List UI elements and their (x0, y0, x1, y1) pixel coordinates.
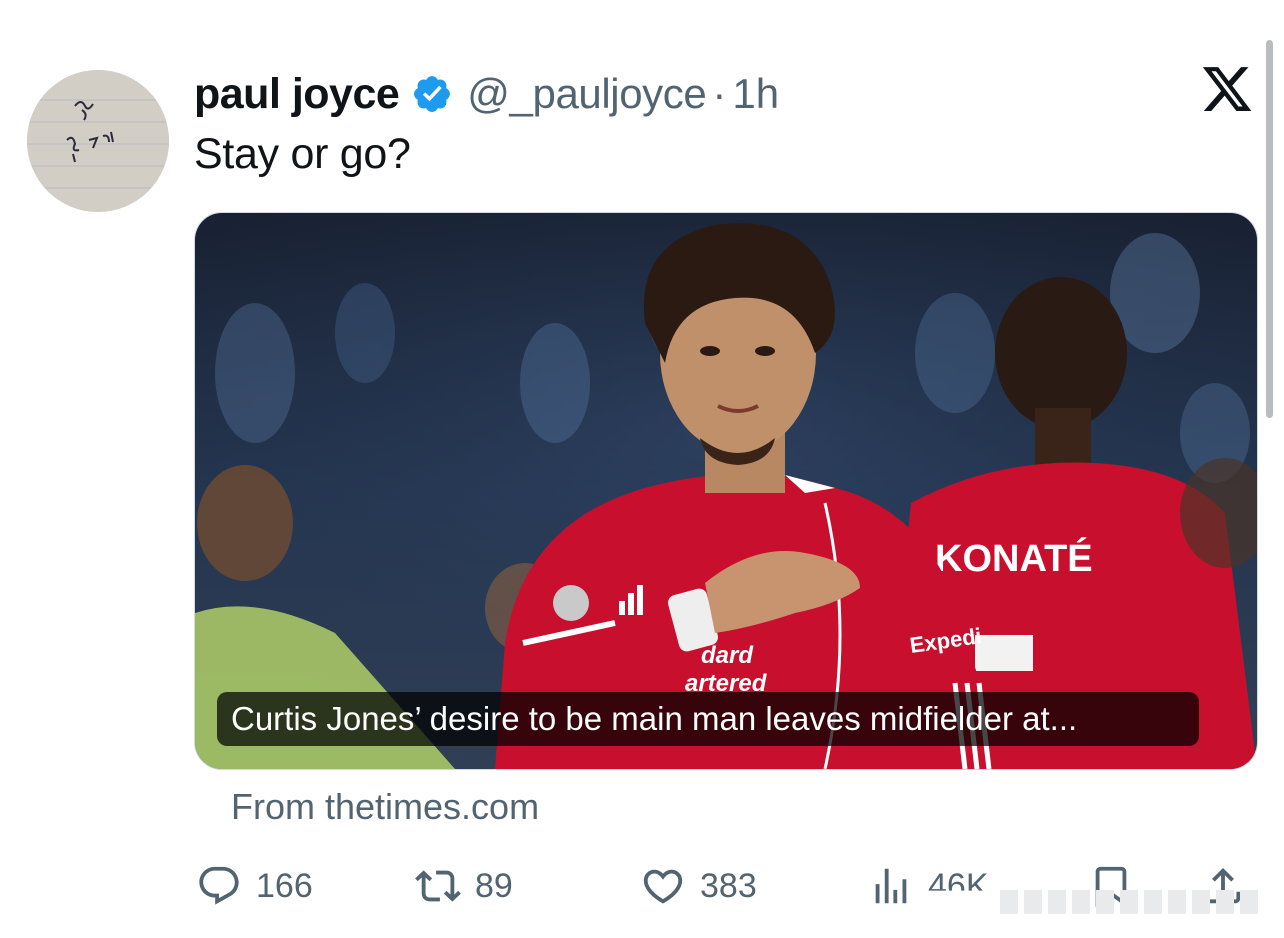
avatar[interactable] (27, 70, 169, 212)
card-source[interactable]: From thetimes.com (231, 786, 539, 828)
reply-icon (199, 866, 239, 905)
shirt-name-text: KONATÉ (935, 536, 1093, 580)
views-chart-icon (875, 868, 907, 904)
link-card[interactable]: KONATÉ dard artered Expedi Curtis Jones’… (194, 212, 1258, 770)
handwritten-note-avatar (27, 70, 169, 212)
repost-count: 89 (475, 866, 513, 905)
scrollbar[interactable] (1266, 40, 1273, 418)
heart-icon (643, 869, 683, 904)
author-handle[interactable]: @_pauljoyce (467, 70, 706, 118)
timestamp[interactable]: 1h (732, 70, 779, 118)
repost-button[interactable]: 89 (415, 856, 513, 916)
views-button[interactable]: 46K (868, 856, 989, 916)
like-count: 383 (700, 866, 757, 905)
tweet-text: Stay or go? (194, 130, 411, 178)
card-title[interactable]: Curtis Jones’ desire to be main man leav… (217, 692, 1199, 746)
author-name[interactable]: paul joyce (194, 70, 400, 119)
reply-count: 166 (256, 866, 313, 905)
reply-button[interactable]: 166 (196, 856, 313, 916)
separator-dot: · (712, 70, 727, 117)
like-button[interactable]: 383 (640, 856, 757, 916)
views-count: 46K (928, 866, 989, 905)
shirt-sponsor-line1: dard (701, 642, 754, 669)
x-logo-icon[interactable] (1200, 62, 1254, 116)
footballer-photo: KONATÉ dard artered Expedi (195, 213, 1257, 769)
verified-badge-icon (414, 76, 451, 112)
watermark-overlay (1000, 890, 1258, 914)
tweet-header: paul joyce @_pauljoyce · 1h (194, 66, 779, 122)
repost-icon (415, 870, 461, 902)
